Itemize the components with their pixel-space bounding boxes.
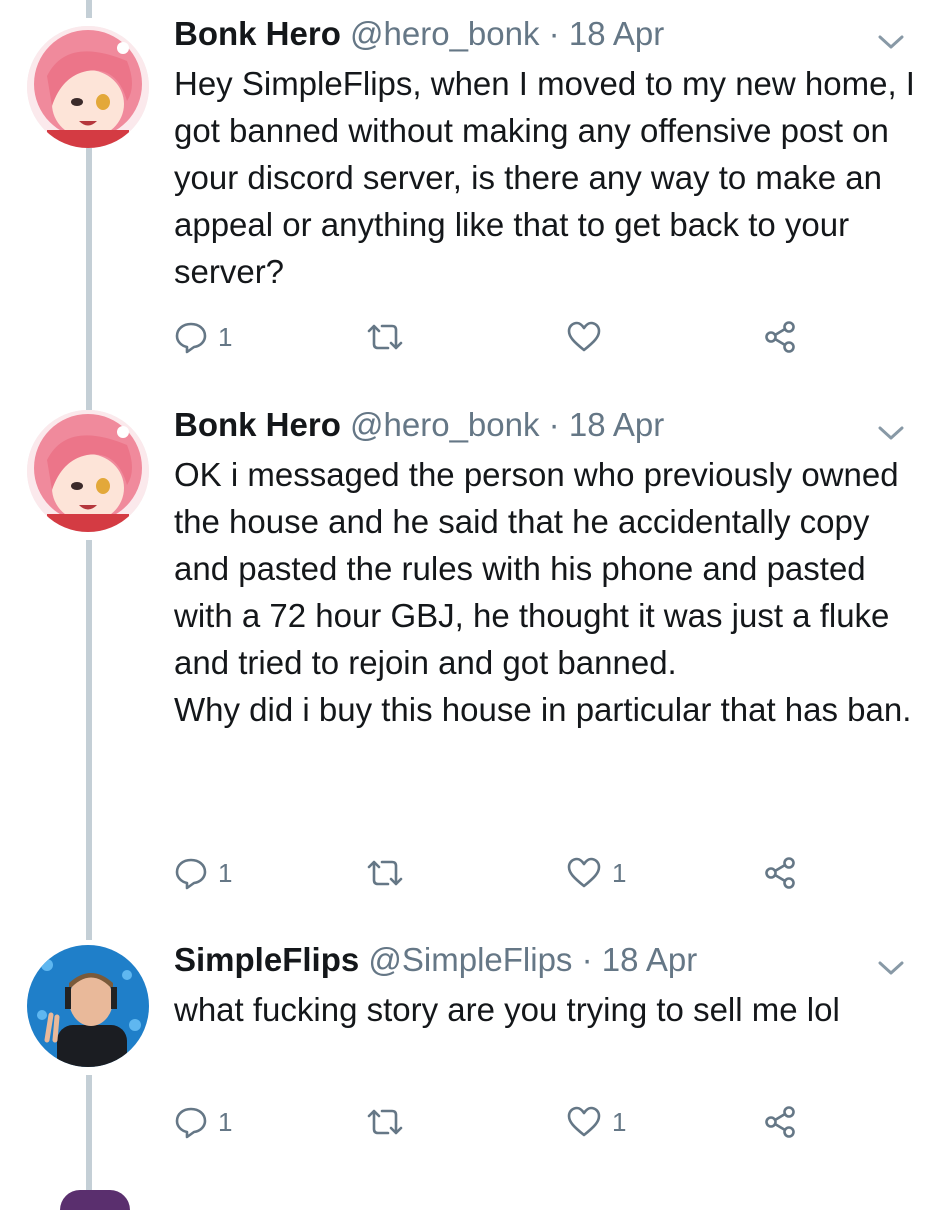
like-count: 1 bbox=[612, 858, 627, 888]
avatar[interactable] bbox=[60, 1190, 130, 1210]
retweet-button[interactable] bbox=[366, 853, 414, 893]
tweet-paragraph: Why did i buy this house in particular t… bbox=[174, 691, 912, 728]
reply-count: 1 bbox=[218, 322, 233, 352]
tweet-header: Bonk Hero @hero_bonk · 18 Apr bbox=[174, 405, 664, 445]
avatar[interactable] bbox=[27, 945, 149, 1067]
separator: · bbox=[581, 941, 593, 978]
reply-icon bbox=[174, 1105, 208, 1139]
tweet-text: OK i messaged the person who previously … bbox=[174, 451, 919, 733]
tweet[interactable]: SimpleFlips @SimpleFlips · 18 Apr what f… bbox=[0, 940, 931, 1160]
timestamp[interactable]: 18 Apr bbox=[569, 15, 664, 52]
author-handle[interactable]: @hero_bonk bbox=[350, 15, 539, 52]
tweet-paragraph: what fucking story are you trying to sel… bbox=[174, 991, 840, 1028]
tweet[interactable]: Bonk Hero @hero_bonk · 18 Apr OK i messa… bbox=[0, 405, 931, 905]
reply-button[interactable]: 1 bbox=[174, 853, 232, 893]
share-icon bbox=[762, 1104, 798, 1140]
share-button[interactable] bbox=[762, 853, 798, 893]
retweet-icon bbox=[366, 856, 404, 890]
like-button[interactable]: 1 bbox=[566, 853, 626, 893]
retweet-icon bbox=[366, 1105, 404, 1139]
heart-icon bbox=[566, 320, 602, 354]
like-button[interactable] bbox=[566, 317, 612, 357]
retweet-icon bbox=[366, 320, 404, 354]
share-icon bbox=[762, 855, 798, 891]
anime-avatar-image bbox=[27, 26, 149, 148]
separator: · bbox=[548, 406, 560, 443]
heart-icon bbox=[566, 1105, 602, 1139]
avatar[interactable] bbox=[27, 26, 149, 148]
reply-icon bbox=[174, 856, 208, 890]
tweet-paragraph: Hey SimpleFlips, when I moved to my new … bbox=[174, 65, 915, 290]
chevron-down-icon[interactable] bbox=[876, 32, 906, 52]
tweet-header: Bonk Hero @hero_bonk · 18 Apr bbox=[174, 14, 664, 54]
tweet-actions: 1 1 bbox=[174, 853, 814, 893]
separator: · bbox=[548, 15, 560, 52]
anime-avatar-image bbox=[27, 410, 149, 532]
tweet-paragraph: OK i messaged the person who previously … bbox=[174, 456, 899, 681]
tweet-text: Hey SimpleFlips, when I moved to my new … bbox=[174, 60, 919, 295]
tweet-text: what fucking story are you trying to sel… bbox=[174, 986, 874, 1033]
share-button[interactable] bbox=[762, 1102, 798, 1142]
avatar[interactable] bbox=[27, 410, 149, 532]
retweet-button[interactable] bbox=[366, 317, 414, 357]
reply-count: 1 bbox=[218, 1107, 233, 1137]
timestamp[interactable]: 18 Apr bbox=[602, 941, 697, 978]
like-count: 1 bbox=[612, 1107, 627, 1137]
author-name[interactable]: SimpleFlips bbox=[174, 941, 359, 978]
like-button[interactable]: 1 bbox=[566, 1102, 626, 1142]
author-name[interactable]: Bonk Hero bbox=[174, 406, 341, 443]
timestamp[interactable]: 18 Apr bbox=[569, 406, 664, 443]
reply-icon bbox=[174, 320, 208, 354]
author-name[interactable]: Bonk Hero bbox=[174, 15, 341, 52]
reply-button[interactable]: 1 bbox=[174, 1102, 232, 1142]
tweet-actions: 1 bbox=[174, 317, 814, 357]
author-handle[interactable]: @hero_bonk bbox=[350, 406, 539, 443]
tweet[interactable]: Bonk Hero @hero_bonk · 18 Apr Hey Simple… bbox=[0, 14, 931, 374]
retweet-button[interactable] bbox=[366, 1102, 414, 1142]
reply-count: 1 bbox=[218, 858, 233, 888]
share-button[interactable] bbox=[762, 317, 798, 357]
chevron-down-icon[interactable] bbox=[876, 958, 906, 978]
reply-button[interactable]: 1 bbox=[174, 317, 232, 357]
tweet-header: SimpleFlips @SimpleFlips · 18 Apr bbox=[174, 940, 697, 980]
author-handle[interactable]: @SimpleFlips bbox=[368, 941, 572, 978]
share-icon bbox=[762, 319, 798, 355]
heart-icon bbox=[566, 856, 602, 890]
chevron-down-icon[interactable] bbox=[876, 423, 906, 443]
tweet-actions: 1 1 bbox=[174, 1102, 814, 1142]
streamer-avatar-image bbox=[27, 945, 149, 1067]
